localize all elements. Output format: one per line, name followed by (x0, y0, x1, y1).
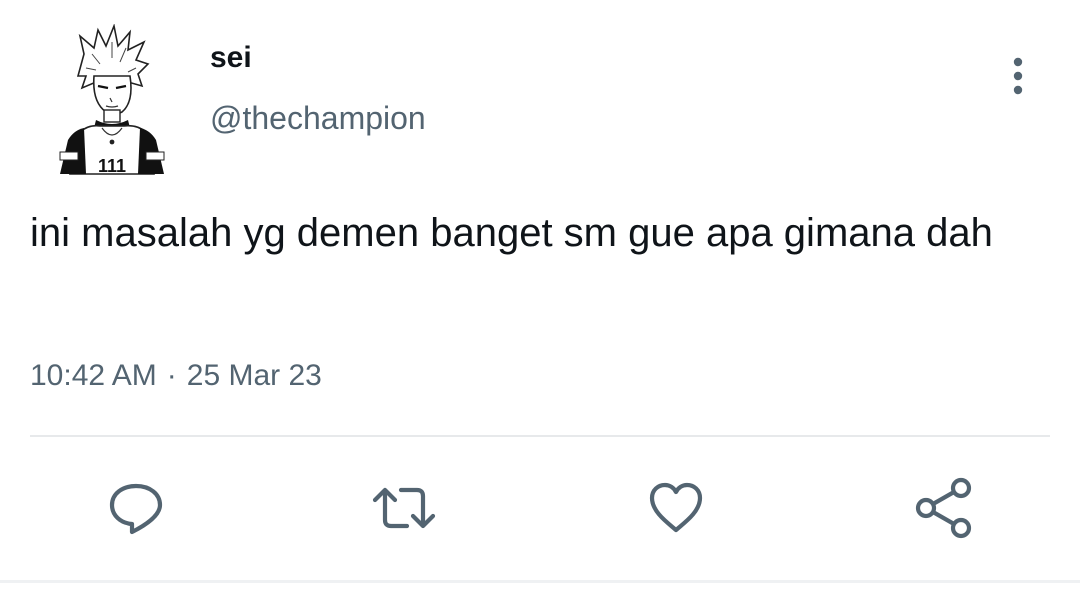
reply-icon (109, 483, 163, 535)
divider (30, 435, 1050, 437)
tweet-timestamp[interactable]: 10:42 AM · 25 Mar 23 (30, 356, 322, 396)
like-button[interactable] (638, 470, 714, 546)
jersey-number: 111 (98, 156, 126, 176)
user-handle[interactable]: @thechampion (210, 98, 426, 138)
tweet-date: 25 Mar 23 (186, 359, 322, 392)
tweet-text: ini masalah yg demen banget sm gue apa g… (30, 211, 993, 255)
display-name[interactable]: sei (210, 40, 252, 76)
reply-button[interactable] (98, 470, 174, 546)
share-button[interactable] (906, 470, 982, 546)
tweet-time: 10:42 AM (30, 359, 157, 392)
more-vertical-icon (1013, 57, 1023, 95)
more-options-button[interactable] (996, 50, 1040, 102)
like-icon (649, 482, 703, 533)
bottom-border (0, 580, 1080, 583)
tweet-actions (0, 470, 1080, 546)
retweet-icon (372, 487, 436, 529)
avatar-image: 111 (59, 24, 165, 176)
avatar[interactable]: 111 (56, 24, 168, 180)
tweet-card: 111 sei @thechampion ini masalah yg deme… (0, 0, 1080, 600)
retweet-button[interactable] (366, 470, 442, 546)
meta-separator: · (166, 359, 177, 392)
share-icon (915, 477, 972, 539)
